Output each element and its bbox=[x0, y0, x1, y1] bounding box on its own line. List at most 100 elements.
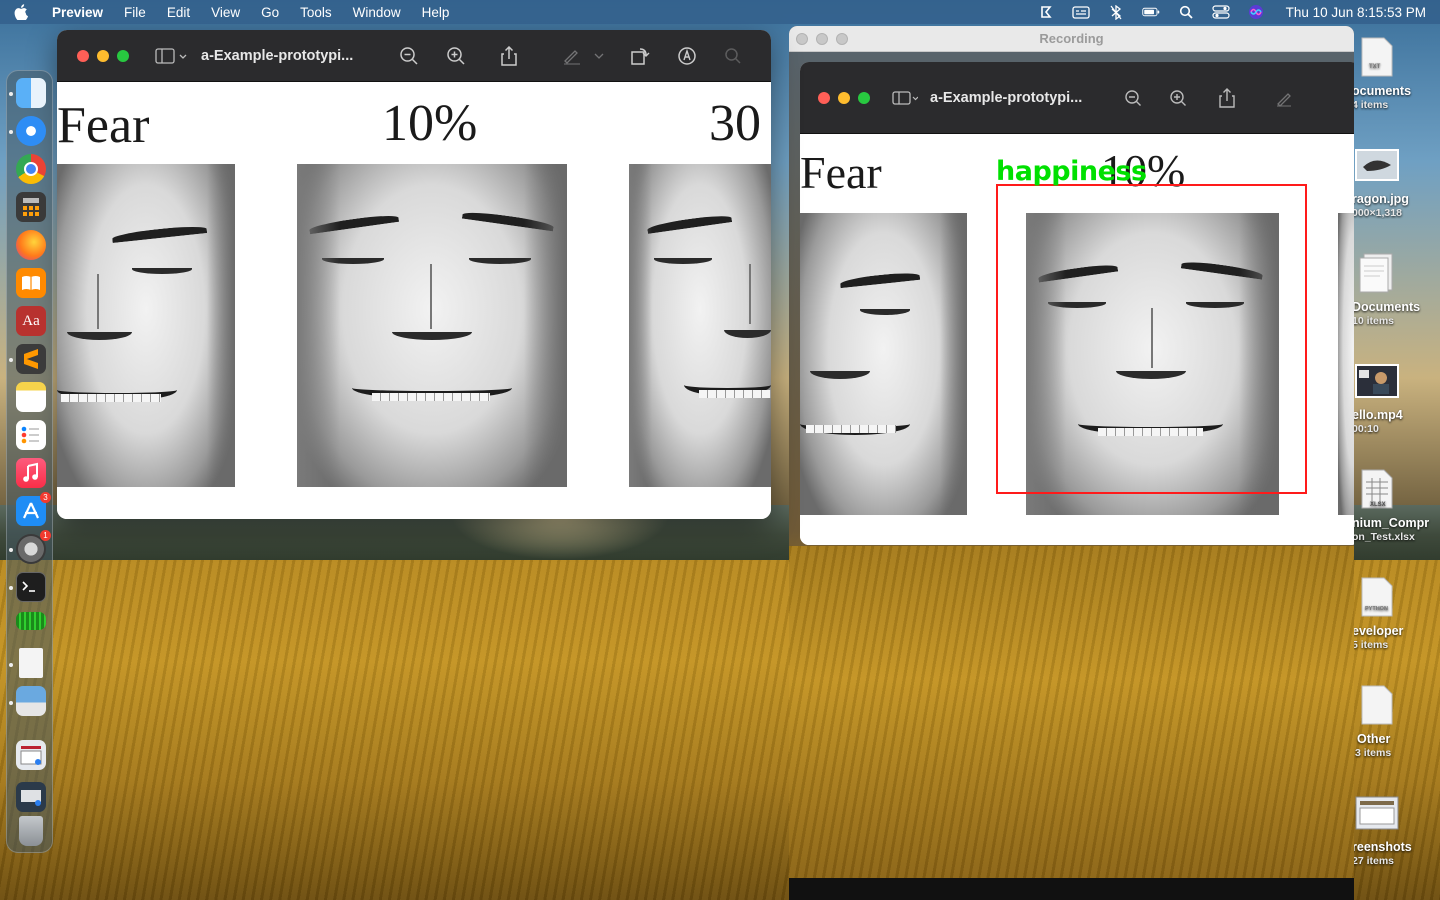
dock-running-indicator bbox=[9, 701, 13, 705]
svg-text:XLSX: XLSX bbox=[1370, 502, 1386, 508]
recorded-face-left bbox=[800, 213, 967, 515]
finder-icon[interactable] bbox=[16, 78, 46, 108]
dock-running-indicator bbox=[9, 358, 13, 362]
markup-toolbar-icon[interactable] bbox=[677, 46, 697, 66]
desktop-item-dragon-image[interactable]: ragon.jpg 000×1,318 bbox=[1352, 142, 1440, 219]
desktop-item-label: ragon.jpg bbox=[1352, 192, 1409, 206]
downloads-folder-icon[interactable] bbox=[16, 782, 46, 812]
recorded-label-fear: Fear bbox=[800, 147, 882, 198]
menu-bar: Preview File Edit View Go Tools Window H… bbox=[0, 0, 1440, 24]
recorded-close-dot bbox=[818, 91, 830, 104]
desktop-item-documents-folder[interactable]: Documents 10 items bbox=[1352, 250, 1440, 327]
recorded-document-content: Fear 10% happiness bbox=[800, 134, 1354, 545]
recording-video-frame: a-Example-prototypi... Fear 10% happines… bbox=[789, 52, 1354, 878]
face-detection-box bbox=[996, 184, 1307, 494]
recorded-preview-toolbar: a-Example-prototypi... bbox=[800, 62, 1354, 134]
control-center-icon[interactable] bbox=[1212, 5, 1230, 19]
menu-view[interactable]: View bbox=[211, 5, 240, 20]
face-image-right bbox=[629, 164, 771, 487]
markup-pen-icon[interactable] bbox=[562, 46, 582, 66]
menu-go[interactable]: Go bbox=[261, 5, 279, 20]
sidebar-toggle-icon[interactable] bbox=[155, 47, 189, 64]
desktop-item-documents-text[interactable]: TXT ocuments 4 items bbox=[1352, 34, 1440, 111]
recorded-sidebar-icon bbox=[892, 90, 918, 105]
spotlight-search-icon[interactable] bbox=[1177, 5, 1195, 19]
desktop-item-sub: 10 items bbox=[1352, 315, 1395, 327]
desktop-item-label: eveloper bbox=[1352, 624, 1404, 638]
books-icon[interactable] bbox=[16, 268, 46, 298]
python-file-icon: PYTHON bbox=[1354, 574, 1400, 620]
bluetooth-icon[interactable] bbox=[1107, 4, 1125, 20]
minimize-button[interactable] bbox=[97, 49, 109, 62]
keyboard-input-icon[interactable] bbox=[1072, 5, 1090, 19]
zoom-out-icon[interactable] bbox=[399, 46, 419, 66]
screenshot-folder-icon bbox=[1354, 790, 1400, 836]
status-app-icon[interactable] bbox=[1037, 5, 1055, 19]
share-icon[interactable] bbox=[501, 45, 518, 66]
music-icon[interactable] bbox=[16, 458, 46, 488]
desktop-item-label: nium_Compr bbox=[1352, 516, 1430, 530]
desktop-item-sub: 27 items bbox=[1352, 855, 1395, 867]
recording-window[interactable]: Recording a-Example-prototypi... Fear 10… bbox=[789, 26, 1354, 900]
menu-file[interactable]: File bbox=[124, 5, 146, 20]
chrome-icon[interactable] bbox=[16, 154, 46, 184]
desktop-item-sub: 5 items bbox=[1352, 639, 1389, 651]
text-file-icon: TXT bbox=[1354, 34, 1400, 80]
recording-bottom-bar bbox=[789, 878, 1354, 900]
menu-window[interactable]: Window bbox=[353, 5, 401, 20]
dock: Aa 3 1 bbox=[6, 70, 53, 853]
search-icon[interactable] bbox=[724, 47, 742, 65]
close-button[interactable] bbox=[77, 49, 89, 62]
notes-icon[interactable] bbox=[16, 382, 46, 412]
menu-app-name[interactable]: Preview bbox=[52, 5, 103, 20]
dock-running-indicator bbox=[9, 130, 13, 134]
svg-text:TXT: TXT bbox=[1369, 64, 1381, 70]
reminders-icon[interactable] bbox=[16, 420, 46, 450]
screenshots-folder-icon[interactable] bbox=[16, 740, 46, 770]
firefox-icon[interactable] bbox=[16, 230, 46, 260]
menu-edit[interactable]: Edit bbox=[167, 5, 190, 20]
desktop-item-sub: 00:10 bbox=[1352, 423, 1379, 435]
zoom-button[interactable] bbox=[117, 49, 129, 62]
recorded-markup-icon bbox=[1275, 89, 1293, 107]
sublime-text-icon[interactable] bbox=[16, 344, 46, 374]
recorded-zoom-dot bbox=[858, 91, 870, 104]
recording-window-title: Recording bbox=[1039, 31, 1104, 46]
terminal-icon[interactable] bbox=[16, 572, 46, 602]
zoom-in-icon[interactable] bbox=[446, 46, 466, 66]
menu-bar-clock[interactable]: Thu 10 Jun 8:15:53 PM bbox=[1286, 5, 1426, 20]
desktop-item-other[interactable]: Other 3 items bbox=[1352, 682, 1440, 759]
preview-icon[interactable] bbox=[16, 686, 46, 716]
label-fear: Fear bbox=[57, 97, 150, 154]
document-content: Fear 10% 30 bbox=[57, 82, 771, 519]
safari-icon[interactable] bbox=[16, 116, 46, 146]
apple-menu-icon[interactable] bbox=[14, 4, 30, 20]
label-thirty: 30 bbox=[709, 95, 761, 152]
trash-icon[interactable] bbox=[19, 816, 43, 846]
siri-icon[interactable] bbox=[1247, 5, 1265, 19]
dictionary-icon[interactable]: Aa bbox=[16, 306, 46, 336]
calculator-icon[interactable] bbox=[16, 192, 46, 222]
emotion-detection-label: happiness bbox=[996, 156, 1147, 187]
markup-dropdown-icon[interactable] bbox=[594, 52, 604, 60]
document-title: a-Example-prototypi... bbox=[201, 47, 354, 64]
menu-tools[interactable]: Tools bbox=[300, 5, 332, 20]
desktop-item-sub: 4 items bbox=[1352, 99, 1389, 111]
dock-running-indicator bbox=[9, 548, 13, 552]
desktop-item-spreadsheet[interactable]: XLSX nium_Compr on_Test.xlsx bbox=[1352, 466, 1440, 543]
desktop-item-label: ocuments bbox=[1352, 84, 1412, 98]
memory-monitor-icon[interactable] bbox=[16, 612, 46, 630]
document-icon[interactable] bbox=[19, 648, 43, 678]
recorded-zoom-out-icon bbox=[1124, 89, 1142, 107]
dock-running-indicator bbox=[9, 586, 13, 590]
desktop-item-developer[interactable]: PYTHON eveloper 5 items bbox=[1352, 574, 1440, 651]
svg-text:PYTHON: PYTHON bbox=[1365, 606, 1388, 612]
rotate-icon[interactable] bbox=[630, 46, 650, 66]
desktop-item-screenshots[interactable]: reenshots 27 items bbox=[1352, 790, 1440, 867]
menu-help[interactable]: Help bbox=[422, 5, 450, 20]
system-preferences-badge: 1 bbox=[40, 530, 51, 541]
recording-titlebar[interactable]: Recording bbox=[789, 26, 1354, 52]
desktop-item-hello-video[interactable]: ello.mp4 00:10 bbox=[1352, 358, 1440, 435]
preview-window[interactable]: a-Example-prototypi... Fear 10% 30 bbox=[57, 30, 771, 519]
battery-icon[interactable] bbox=[1141, 5, 1160, 19]
